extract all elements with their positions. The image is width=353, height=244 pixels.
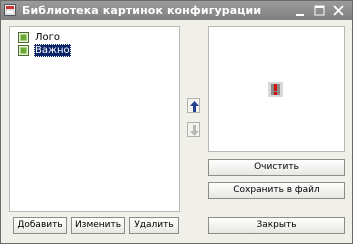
window-title: Библиотека картинок конфигурации	[22, 4, 262, 17]
move-up-button[interactable]	[187, 98, 200, 113]
delete-button[interactable]: Удалить	[129, 217, 179, 234]
move-down-button[interactable]	[187, 122, 200, 137]
picture-preview	[208, 26, 345, 152]
save-to-file-button[interactable]: Сохранить в файл	[208, 182, 345, 199]
picture-list[interactable]: Лого Важно	[9, 26, 180, 212]
add-button[interactable]: Добавить	[13, 217, 67, 234]
arrow-up-icon	[190, 101, 199, 112]
close-button[interactable]: Закрыть	[208, 217, 345, 234]
maximize-icon[interactable]	[312, 3, 327, 18]
picture-icon	[18, 32, 29, 43]
picture-library-window: Библиотека картинок конфигурации Лого Ва…	[0, 0, 353, 244]
list-item-label: Лого	[35, 32, 61, 43]
close-icon[interactable]	[331, 3, 346, 18]
minimize-icon[interactable]	[293, 3, 308, 18]
list-item-label: Важно	[34, 44, 71, 57]
picture-icon	[18, 45, 29, 56]
arrow-down-icon	[190, 125, 199, 136]
title-bar[interactable]: Библиотека картинок конфигурации	[1, 1, 352, 20]
warning-icon	[268, 82, 283, 97]
app-icon	[4, 4, 16, 16]
change-button[interactable]: Изменить	[71, 217, 125, 234]
clear-button[interactable]: Очистить	[208, 159, 345, 176]
